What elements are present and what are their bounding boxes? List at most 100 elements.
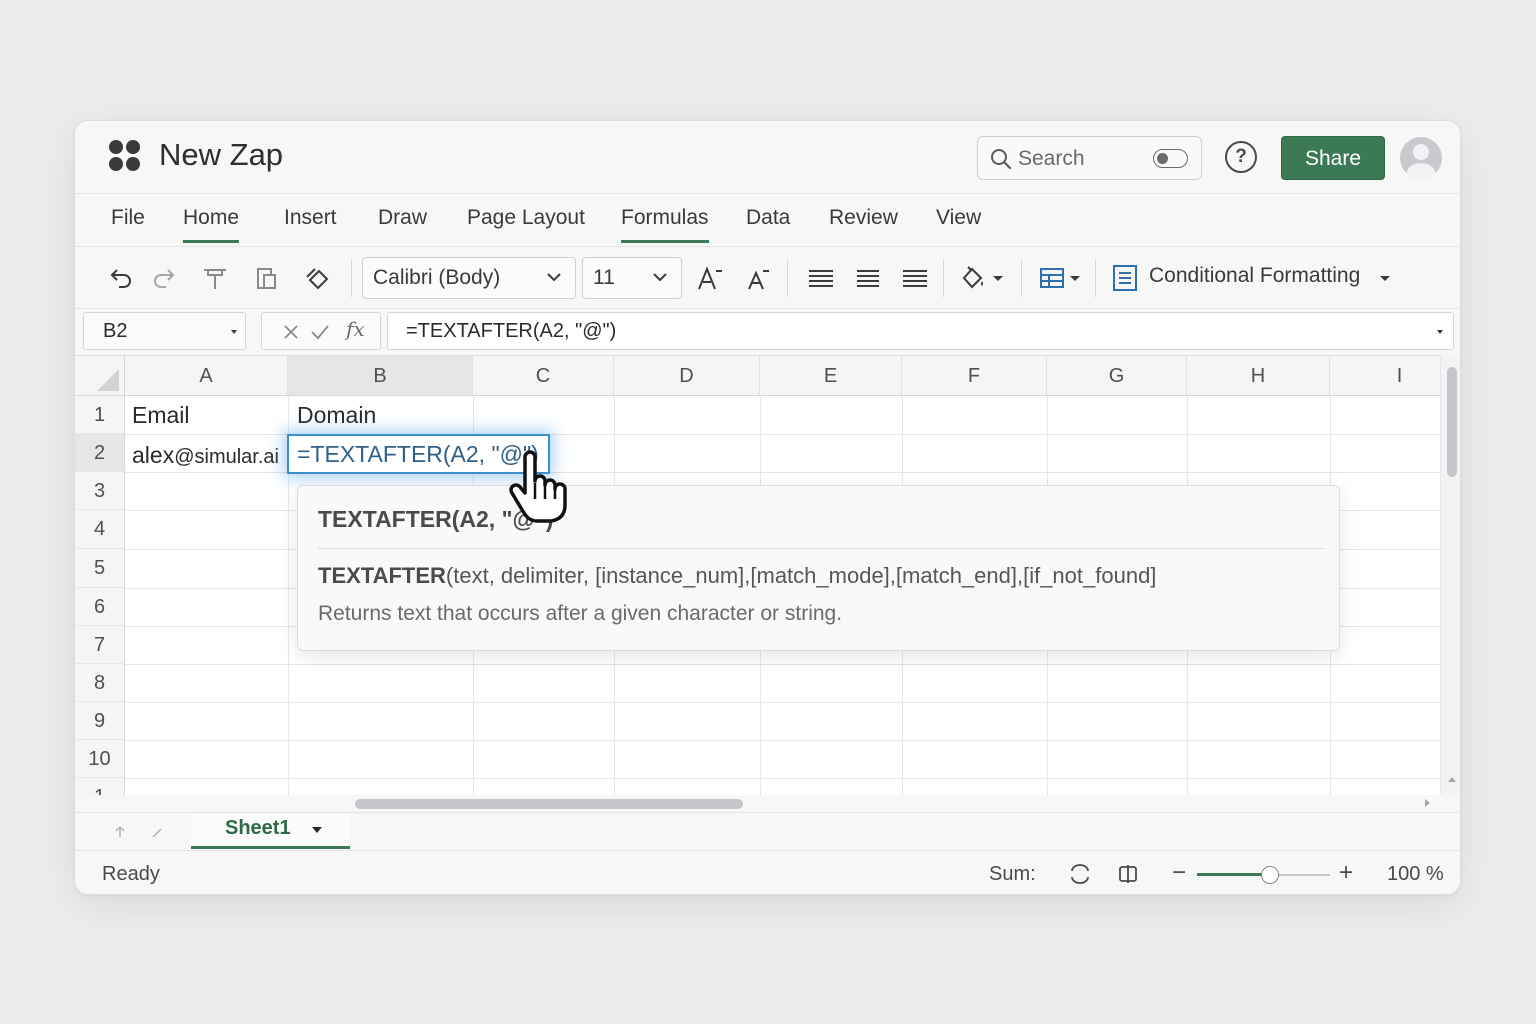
cancel-icon[interactable]: [282, 323, 300, 341]
increase-font-icon[interactable]: [695, 263, 725, 293]
name-box[interactable]: B2: [83, 312, 246, 350]
clear-format-icon[interactable]: [304, 263, 334, 293]
scroll-right-icon[interactable]: [1422, 798, 1432, 808]
zoom-out-button[interactable]: −: [1172, 859, 1186, 887]
edit-sheet-icon[interactable]: [151, 827, 163, 839]
ribbon-tabs: File Home Insert Draw Page Layout Formul…: [75, 193, 1460, 247]
app-title: New Zap: [159, 137, 284, 172]
tab-data[interactable]: Data: [746, 206, 790, 240]
row-header-5[interactable]: 5: [75, 549, 125, 588]
row-header-3[interactable]: 3: [75, 472, 125, 510]
zoom-slider-thumb[interactable]: [1261, 866, 1280, 884]
row-header-8[interactable]: 8: [75, 664, 125, 702]
column-header-e[interactable]: E: [760, 356, 902, 396]
tab-page-layout[interactable]: Page Layout: [467, 206, 585, 240]
search-toggle[interactable]: [1153, 149, 1188, 168]
tooltip-arguments: (text, delimiter, [instance_num],[match_…: [445, 563, 1157, 588]
row-header-11[interactable]: 1: [75, 778, 125, 795]
scroll-up-icon[interactable]: [1447, 775, 1457, 783]
row-header-6[interactable]: 6: [75, 588, 125, 626]
zoom-in-button[interactable]: +: [1339, 859, 1353, 887]
row-header-10[interactable]: 10: [75, 740, 125, 778]
column-header-g[interactable]: G: [1047, 356, 1187, 396]
tab-file[interactable]: File: [111, 206, 145, 240]
caret-down-icon[interactable]: [1377, 263, 1393, 293]
horizontal-scroll-thumb[interactable]: [355, 799, 743, 809]
column-header-h[interactable]: H: [1187, 356, 1330, 396]
cell-a1[interactable]: Email: [132, 402, 190, 429]
tooltip-function-name[interactable]: TEXTAFTER: [318, 563, 446, 588]
tab-draw[interactable]: Draw: [378, 206, 427, 240]
help-icon[interactable]: ?: [1225, 141, 1257, 173]
row-header-9[interactable]: 9: [75, 702, 125, 740]
title-bar: New Zap Search ? Share: [75, 121, 1460, 193]
decrease-font-icon[interactable]: [743, 263, 773, 293]
confirm-icon[interactable]: [310, 323, 330, 341]
sheet-tab-label: Sheet1: [225, 817, 291, 839]
caret-down-icon[interactable]: [1435, 327, 1445, 337]
avatar[interactable]: [1400, 137, 1442, 179]
toolbar: Calibri (Body) 11 Conditional Formatting: [75, 247, 1460, 309]
status-bar: Ready Sum: − + 100 %: [75, 850, 1460, 894]
previous-sheet-icon[interactable]: [113, 825, 127, 839]
caret-down-icon[interactable]: [990, 263, 1006, 293]
formula-input[interactable]: =TEXTAFTER(A2, "@"): [387, 312, 1454, 350]
font-size-value: 11: [593, 266, 615, 289]
zoom-slider-fill: [1197, 873, 1271, 876]
tab-home[interactable]: Home: [183, 206, 240, 243]
tab-formulas[interactable]: Formulas: [621, 206, 709, 243]
function-icon[interactable]: fx: [346, 317, 365, 341]
font-name-value: Calibri (Body): [373, 266, 501, 289]
column-header-f[interactable]: F: [902, 356, 1047, 396]
cell-b1[interactable]: Domain: [297, 402, 376, 429]
caret-down-icon[interactable]: [1067, 263, 1083, 293]
align-right-icon[interactable]: [900, 263, 930, 293]
refresh-icon[interactable]: [1068, 863, 1092, 885]
clipboard-icon[interactable]: [251, 263, 281, 293]
align-left-icon[interactable]: [806, 263, 836, 293]
formula-controls: fx: [261, 312, 381, 350]
search-placeholder: Search: [1018, 147, 1085, 170]
tab-view[interactable]: View: [936, 206, 981, 240]
column-header-d[interactable]: D: [614, 356, 760, 396]
vertical-scrollbar[interactable]: [1440, 355, 1460, 795]
column-header-i[interactable]: I: [1330, 356, 1440, 396]
vertical-scroll-thumb[interactable]: [1447, 367, 1457, 477]
app-logo-icon: [109, 140, 141, 172]
zoom-level[interactable]: 100 %: [1387, 863, 1444, 886]
conditional-formatting-button[interactable]: Conditional Formatting: [1149, 264, 1360, 288]
table-format-icon[interactable]: [1037, 263, 1067, 293]
fill-color-icon[interactable]: [958, 263, 988, 293]
name-box-value: B2: [103, 320, 128, 342]
undo-icon[interactable]: [105, 263, 135, 293]
cell-a2-user: alex: [132, 442, 175, 468]
page-view-icon[interactable]: [1116, 862, 1140, 886]
font-size-select[interactable]: 11: [582, 257, 682, 299]
tab-review[interactable]: Review: [829, 206, 898, 240]
share-button[interactable]: Share: [1281, 136, 1385, 180]
align-center-icon[interactable]: [853, 263, 883, 293]
row-header-1[interactable]: 1: [75, 396, 125, 434]
row-header-4[interactable]: 4: [75, 510, 125, 549]
horizontal-scrollbar[interactable]: [350, 794, 1450, 812]
formula-bar: B2 fx =TEXTAFTER(A2, "@"): [75, 309, 1460, 355]
tab-insert[interactable]: Insert: [284, 206, 337, 240]
select-all-corner[interactable]: [75, 356, 125, 396]
sheet-tab-sheet1[interactable]: Sheet1: [191, 813, 350, 849]
column-header-c[interactable]: C: [473, 356, 614, 396]
format-painter-icon[interactable]: [200, 263, 230, 293]
caret-down-icon[interactable]: [311, 825, 323, 835]
cell-a2[interactable]: alex@simular.ai: [132, 442, 279, 469]
zoom-slider[interactable]: [1197, 866, 1330, 884]
column-header-a[interactable]: A: [125, 356, 288, 396]
status-sum: Sum:: [989, 863, 1036, 885]
font-name-select[interactable]: Calibri (Body): [362, 257, 576, 299]
search-icon: [991, 149, 1012, 170]
row-header-2[interactable]: 2: [75, 434, 125, 472]
search-box[interactable]: Search: [977, 136, 1202, 180]
row-header-7[interactable]: 7: [75, 626, 125, 664]
column-header-b[interactable]: B: [288, 356, 473, 396]
redo-icon[interactable]: [150, 263, 180, 293]
tooltip-description: Returns text that occurs after a given c…: [318, 602, 843, 625]
conditional-formatting-icon[interactable]: [1110, 263, 1140, 293]
